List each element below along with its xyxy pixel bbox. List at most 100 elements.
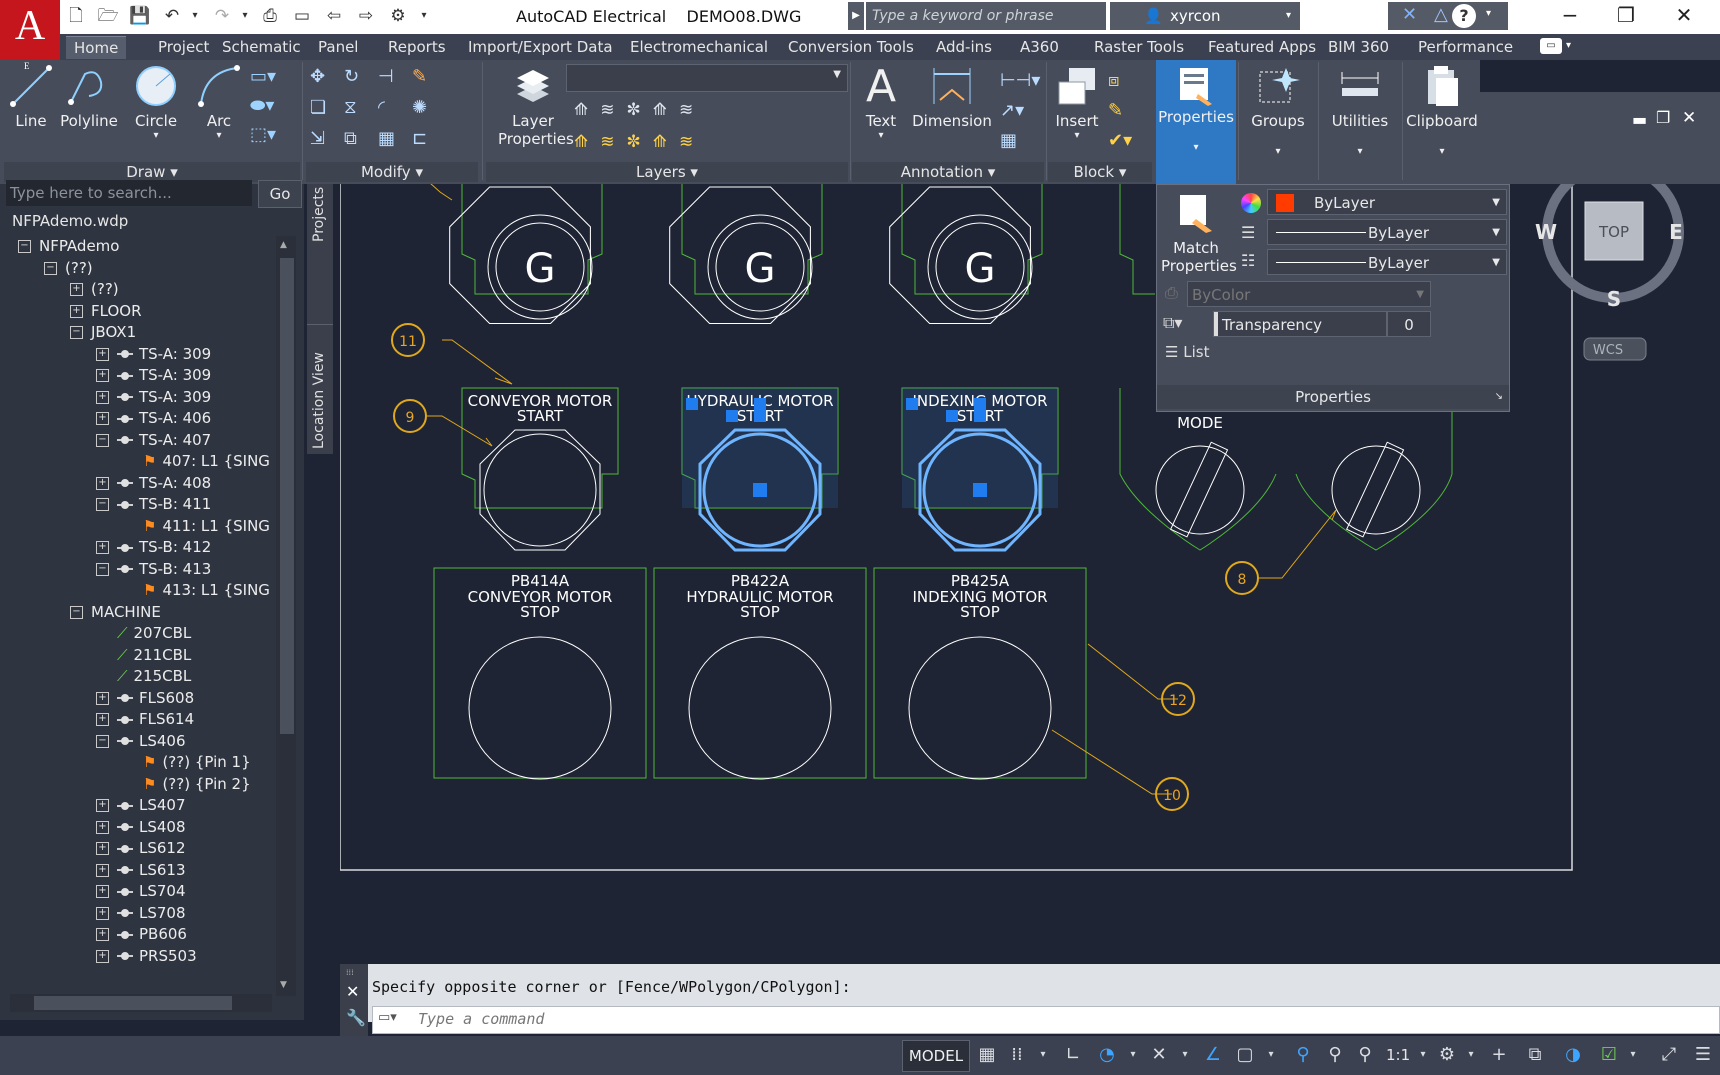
tree-item[interactable]: − TS-A: 407 bbox=[96, 430, 211, 450]
properties-dropdown-icon[interactable]: ▾ bbox=[1156, 142, 1236, 153]
match-properties-button[interactable]: Match Properties bbox=[1161, 191, 1237, 275]
tree-item[interactable]: + LS708 bbox=[96, 903, 186, 923]
collapse-icon[interactable]: − bbox=[70, 326, 83, 339]
tab-import-export-data[interactable]: Import/Export Data bbox=[468, 36, 613, 58]
erase-icon[interactable]: ✎ bbox=[412, 66, 446, 87]
ribbon-minimize-dropdown-icon[interactable]: ▾ bbox=[1566, 40, 1571, 51]
qat-customize-dropdown-icon[interactable]: ▾ bbox=[416, 3, 432, 29]
minimize-icon[interactable]: − bbox=[1542, 0, 1598, 32]
hardware-acceleration-icon[interactable]: ◑ bbox=[1560, 1042, 1586, 1068]
command-line-handle[interactable]: ⁞⁞⁞ ✕ 🔧 bbox=[340, 964, 368, 1036]
workspace-dropdown-icon[interactable]: ▾ bbox=[1458, 1042, 1484, 1068]
annotation-panel-label[interactable]: Annotation ▾ bbox=[852, 162, 1044, 182]
collapse-icon[interactable]: − bbox=[70, 605, 83, 619]
line-button[interactable]: Line bbox=[8, 64, 54, 130]
keyword-search-input[interactable]: Type a keyword or phrase bbox=[866, 2, 1106, 30]
wcs-menu[interactable]: WCS bbox=[1583, 337, 1647, 361]
scale-dropdown-icon[interactable]: ▾ bbox=[1410, 1042, 1436, 1068]
collapse-icon[interactable]: − bbox=[96, 498, 109, 511]
expand-icon[interactable]: + bbox=[96, 799, 109, 812]
expand-icon[interactable]: + bbox=[96, 390, 109, 404]
customization-menu-icon[interactable]: ☰ bbox=[1690, 1042, 1716, 1068]
workspace-gear-icon[interactable]: ⚙ bbox=[1434, 1042, 1460, 1068]
viewport-close-icon[interactable]: ✕ bbox=[1682, 108, 1696, 128]
expand-icon[interactable]: + bbox=[96, 691, 109, 705]
fillet-icon[interactable]: ◜ bbox=[378, 97, 412, 118]
clipboard-dropdown-icon[interactable]: ▾ bbox=[1404, 146, 1480, 157]
layer-tools-row-1[interactable]: ⟰≋✼⟰≋ bbox=[574, 100, 754, 120]
tab-add-ins[interactable]: Add-ins bbox=[936, 36, 992, 58]
conveyor-start-button[interactable]: CONVEYOR MOTOR START bbox=[461, 387, 619, 551]
expand-icon[interactable]: + bbox=[70, 304, 83, 318]
save-icon[interactable]: 💾 bbox=[128, 3, 152, 29]
tree-item[interactable]: + LS408 bbox=[96, 817, 186, 837]
linetype-dropdown[interactable]: ByLayer ▼ bbox=[1267, 249, 1507, 275]
isodraft-icon[interactable]: ✕ bbox=[1146, 1042, 1172, 1068]
balloon-10[interactable]: 10 bbox=[1051, 729, 1189, 811]
tree-item[interactable]: + FLS608 bbox=[96, 688, 194, 708]
tree-item[interactable]: + FLOOR bbox=[70, 301, 142, 321]
tree-item[interactable]: ⟋ 211CBL bbox=[96, 645, 191, 665]
hydraulic-stop-button[interactable]: PB422A HYDRAULIC MOTOR STOP bbox=[653, 567, 867, 780]
trim-icon[interactable]: ⊣ bbox=[378, 66, 412, 87]
layer-dropdown[interactable]: ▼ bbox=[566, 64, 848, 92]
tree-item[interactable]: − MACHINE bbox=[70, 602, 161, 622]
tree-item[interactable]: + TS-A: 408 bbox=[96, 473, 211, 493]
grip-icon[interactable]: ⁞⁞⁞ bbox=[346, 968, 354, 977]
mode-selector-switch[interactable]: MODE bbox=[1119, 388, 1277, 551]
command-prompt-icon[interactable]: ▭▾ bbox=[378, 1010, 397, 1025]
tab-raster-tools[interactable]: Raster Tools bbox=[1094, 36, 1184, 58]
check-dropdown-icon[interactable]: ▾ bbox=[1620, 1042, 1646, 1068]
tab-reports[interactable]: Reports bbox=[388, 36, 446, 58]
settings-gear-icon[interactable]: ⚙ bbox=[386, 3, 410, 29]
new-file-icon[interactable]: 🗋 bbox=[64, 3, 88, 29]
tree-item[interactable]: + PRS503 bbox=[96, 946, 197, 966]
rotate-icon[interactable]: ↻ bbox=[344, 66, 378, 87]
plot-icon[interactable]: ⎙ bbox=[258, 3, 282, 29]
balloon-8[interactable]: 8 bbox=[1225, 509, 1337, 595]
groups-dropdown-icon[interactable]: ▾ bbox=[1240, 146, 1316, 157]
tree-item[interactable]: − TS-B: 413 bbox=[96, 559, 211, 579]
help-icon[interactable]: ? bbox=[1452, 4, 1476, 28]
tree-item[interactable]: − LS406 bbox=[96, 731, 186, 751]
object-snap-dropdown-icon[interactable]: ▾ bbox=[1258, 1042, 1284, 1068]
tree-item[interactable]: + LS613 bbox=[96, 860, 186, 880]
expand-icon[interactable]: + bbox=[96, 476, 109, 490]
hatch-icon[interactable]: ⬬▾ bbox=[250, 95, 286, 116]
tab-home[interactable]: Home bbox=[66, 36, 127, 59]
tree-item[interactable]: ⟋ 215CBL bbox=[96, 666, 191, 686]
tab-a360[interactable]: A360 bbox=[1020, 36, 1059, 58]
annotation-scale-icon[interactable]: ⚲ bbox=[1352, 1042, 1378, 1068]
tree-item[interactable]: ⚑ (??) {Pin 1} bbox=[122, 752, 251, 772]
tree-item[interactable]: + TS-A: 309 bbox=[96, 344, 211, 364]
redo-icon[interactable]: ↷ bbox=[210, 3, 234, 29]
insert-dropdown-icon[interactable]: ▾ bbox=[1052, 130, 1102, 141]
project-search-input[interactable]: Type here to search... bbox=[6, 180, 252, 206]
tree-item[interactable]: + TS-A: 406 bbox=[96, 408, 211, 428]
expand-icon[interactable]: + bbox=[96, 412, 109, 425]
modify-panel-label[interactable]: Modify ▾ bbox=[306, 162, 478, 182]
rectangle-icon[interactable]: ▭▾ bbox=[250, 66, 286, 87]
annotation-scale-value[interactable]: 1:1 bbox=[1386, 1046, 1410, 1064]
tab-featured-apps[interactable]: Featured Apps bbox=[1208, 36, 1316, 58]
tree-item[interactable]: ⚑ 407: L1 {SING bbox=[122, 451, 270, 471]
region-icon[interactable]: ⬚▾ bbox=[250, 124, 286, 145]
expand-icon[interactable]: + bbox=[96, 347, 109, 361]
restore-icon[interactable]: ❐ bbox=[1598, 0, 1654, 32]
tree-item[interactable]: + LS612 bbox=[96, 838, 186, 858]
tree-scroll-thumb[interactable] bbox=[280, 258, 294, 734]
a360-icon[interactable]: △ bbox=[1434, 4, 1448, 25]
layers-panel-label[interactable]: Layers ▾ bbox=[486, 162, 848, 182]
plot-style-dropdown[interactable]: ByColor ▼ bbox=[1187, 281, 1431, 307]
snap-dropdown-icon[interactable]: ▾ bbox=[1030, 1042, 1056, 1068]
fullscreen-icon[interactable]: ⤢ bbox=[1656, 1042, 1682, 1068]
tree-item[interactable]: ⚑ 411: L1 {SING bbox=[122, 516, 270, 536]
transparency-value-input[interactable]: 0 bbox=[1387, 311, 1431, 337]
dimension-button[interactable]: Dimension bbox=[912, 64, 992, 130]
indexing-start-button-selected[interactable]: INDEXING MOTOR START bbox=[901, 387, 1059, 552]
block-panel-label[interactable]: Block ▾ bbox=[1048, 162, 1152, 182]
project-icon[interactable]: ▭ bbox=[290, 3, 314, 29]
layer-tools-row-2[interactable]: ⟰≋✼⟰≋ bbox=[574, 132, 754, 152]
utilities-button[interactable]: Utilities ▾ bbox=[1320, 64, 1400, 157]
tab-performance[interactable]: Performance bbox=[1418, 36, 1513, 58]
